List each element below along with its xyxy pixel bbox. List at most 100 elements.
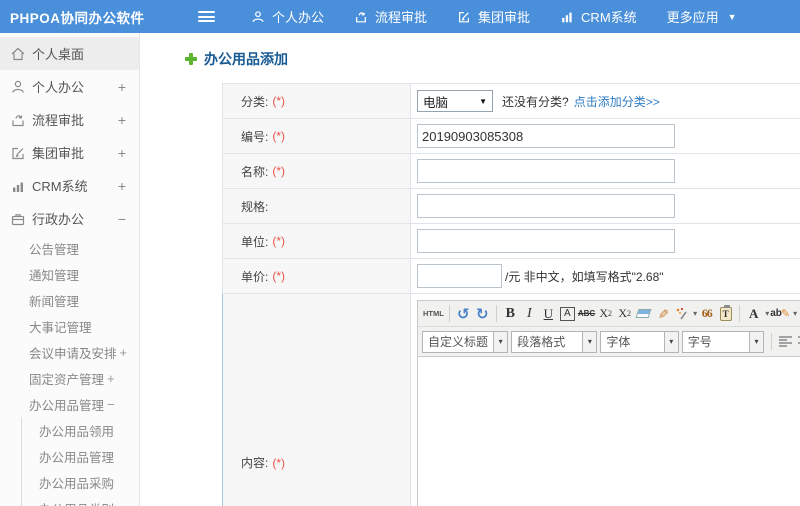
price-input[interactable] [417,264,502,288]
eraser-icon[interactable] [635,304,652,324]
category-select[interactable]: 电脑 ▼ [417,90,493,112]
align-left-icon[interactable] [778,335,793,348]
form-row-code: 编号: (*) [222,119,800,154]
field-label-text: 单价: [241,269,269,284]
sidebar-item-supplies-requisition[interactable]: 办公用品领用 [22,417,139,443]
italic-button[interactable]: I [521,304,538,324]
sup-base: X [599,306,608,320]
field-label: 单位: (*) [223,224,411,258]
dropdown-label: 字体 [606,335,631,349]
app-logo: PHPOA协同办公软件 [10,10,145,26]
collapse-minus-icon[interactable]: − [118,211,126,227]
bold-button[interactable]: B [502,304,519,324]
form-row-category: 分类: (*) 电脑 ▼ 还没有分类? 点击添加分类>> [222,84,800,119]
edit-icon [10,145,26,161]
field-label: 规格: [223,189,411,223]
sidebar-item-label: 办公用品采购 [39,476,115,491]
office-supply-add-form: 分类: (*) 电脑 ▼ 还没有分类? 点击添加分类>> 编号: (*) 名称:… [222,83,800,506]
editor-content-area[interactable] [418,357,800,506]
sub-base: X [618,306,627,320]
sidebar-item-notice-mgmt[interactable]: 通知管理 [0,261,139,287]
format-brush-icon[interactable]: ✎ [653,305,673,322]
underline-button[interactable]: U [540,304,557,324]
sidebar-item-meeting-mgmt[interactable]: 会议申请及安排 + [0,339,139,365]
expand-plus-icon[interactable]: + [118,112,126,128]
dropdown-label: 字号 [687,335,712,349]
field-value-cell: HTML ↺ ↻ B I U A ABC X2 X2 ✎ ▾ 66 T A ▾ … [411,294,800,506]
field-value-cell: 电脑 ▼ 还没有分类? 点击添加分类>> [411,84,800,118]
paragraph-format-dropdown[interactable]: 段落格式 ▾ [511,330,598,353]
blockquote-button[interactable]: 66 [698,304,715,324]
html-source-button[interactable]: HTML [423,304,444,324]
field-label-text: 内容: [241,456,269,470]
expand-plus-icon[interactable]: + [118,79,126,95]
strikethrough-button[interactable]: ABC [578,304,595,324]
toolbar-separator [495,305,497,322]
field-label: 分类: (*) [223,84,411,118]
form-row-content: 内容: (*) HTML ↺ ↻ B I U A ABC X2 X2 ✎ ▾ 6… [222,294,800,506]
form-row-name: 名称: (*) [222,154,800,189]
add-category-link[interactable]: 点击添加分类>> [574,93,660,110]
sidebar-item-group-approval[interactable]: 集团审批 + [0,136,139,169]
font-color-button[interactable]: A [745,304,762,324]
sidebar-item-personal-desktop[interactable]: 个人桌面 [0,37,139,70]
highlight-color-button[interactable]: ab ✎ [770,304,790,324]
sidebar-item-announcement-mgmt[interactable]: 公告管理 [0,235,139,261]
required-star: (*) [272,455,286,470]
custom-heading-dropdown[interactable]: 自定义标题 ▾ [422,330,509,353]
top-navbar: PHPOA协同办公软件 个人办公 流程审批 集团审批 CRM系统 更多应用 ▼ [0,0,800,33]
expand-plus-icon[interactable]: + [107,371,115,386]
subscript-button[interactable]: X2 [616,304,633,324]
font-family-dropdown[interactable]: 字体 ▾ [600,330,679,353]
sidebar-item-supplies-management[interactable]: 办公用品管理 [22,443,139,469]
nav-item-crm[interactable]: CRM系统 [560,7,637,26]
chevron-down-icon[interactable]: ▾ [693,309,697,318]
spec-input[interactable] [417,194,675,218]
paste-icon[interactable]: T [717,304,734,324]
quick-format-icon[interactable] [673,304,690,324]
required-star: (*) [272,129,286,143]
user-icon [251,10,265,24]
page-title-text: 办公用品添加 [204,51,288,67]
toolbar-separator [448,305,450,322]
hamburger-menu-icon[interactable] [198,11,215,22]
sidebar-item-label: 固定资产管理 [29,372,105,387]
code-input[interactable] [417,124,675,148]
unit-input[interactable] [417,229,675,253]
name-input[interactable] [417,159,675,183]
field-label-text: 名称: [241,164,269,179]
sidebar-item-fixed-assets-mgmt[interactable]: 固定资产管理 + [0,365,139,391]
sidebar-item-news-mgmt[interactable]: 新闻管理 [0,287,139,313]
nav-item-more-apps[interactable]: 更多应用 ▼ [667,7,737,26]
nav-item-personal-office[interactable]: 个人办公 [251,7,324,26]
sidebar-item-admin-office[interactable]: 行政办公 − [0,202,139,235]
sidebar-item-crm[interactable]: CRM系统 + [0,169,139,202]
sidebar-item-label: 公告管理 [29,242,80,257]
nav-item-label: 更多应用 [666,10,719,25]
user-icon [10,79,26,95]
collapse-minus-icon[interactable]: − [107,397,115,412]
nav-item-label: 流程审批 [375,10,428,25]
expand-plus-icon[interactable]: + [120,345,128,360]
chevron-down-icon[interactable]: ▾ [793,309,797,318]
undo-icon[interactable]: ↺ [455,304,472,324]
superscript-button[interactable]: X2 [597,304,614,324]
sidebar-item-supplies-category[interactable]: 办公用品类别 [22,495,139,506]
form-row-spec: 规格: [222,189,800,224]
sidebar-item-supplies-purchase[interactable]: 办公用品采购 [22,469,139,495]
redo-icon[interactable]: ↻ [474,304,491,324]
expand-plus-icon[interactable]: + [118,145,126,161]
chevron-down-icon[interactable]: ▾ [765,309,769,318]
font-size-dropdown[interactable]: 字号 ▾ [681,330,765,353]
sidebar-item-office-supplies-mgmt[interactable]: 办公用品管理 − [0,391,139,417]
expand-plus-icon[interactable]: + [118,178,126,194]
sidebar-item-events-mgmt[interactable]: 大事记管理 [0,313,139,339]
nav-item-group-approval[interactable]: 集团审批 [457,7,530,26]
remove-format-button[interactable]: A [559,306,575,321]
toolbar-separator [771,333,772,350]
dropdown-label: 自定义标题 [428,335,489,349]
sidebar-item-personal-office[interactable]: 个人办公 + [0,70,139,103]
sidebar: 个人桌面 个人办公 + 流程审批 + 集团审批 + CRM系统 + 行政办公 −… [0,33,140,506]
nav-item-workflow-approval[interactable]: 流程审批 [354,7,427,26]
sidebar-item-workflow-approval[interactable]: 流程审批 + [0,103,139,136]
